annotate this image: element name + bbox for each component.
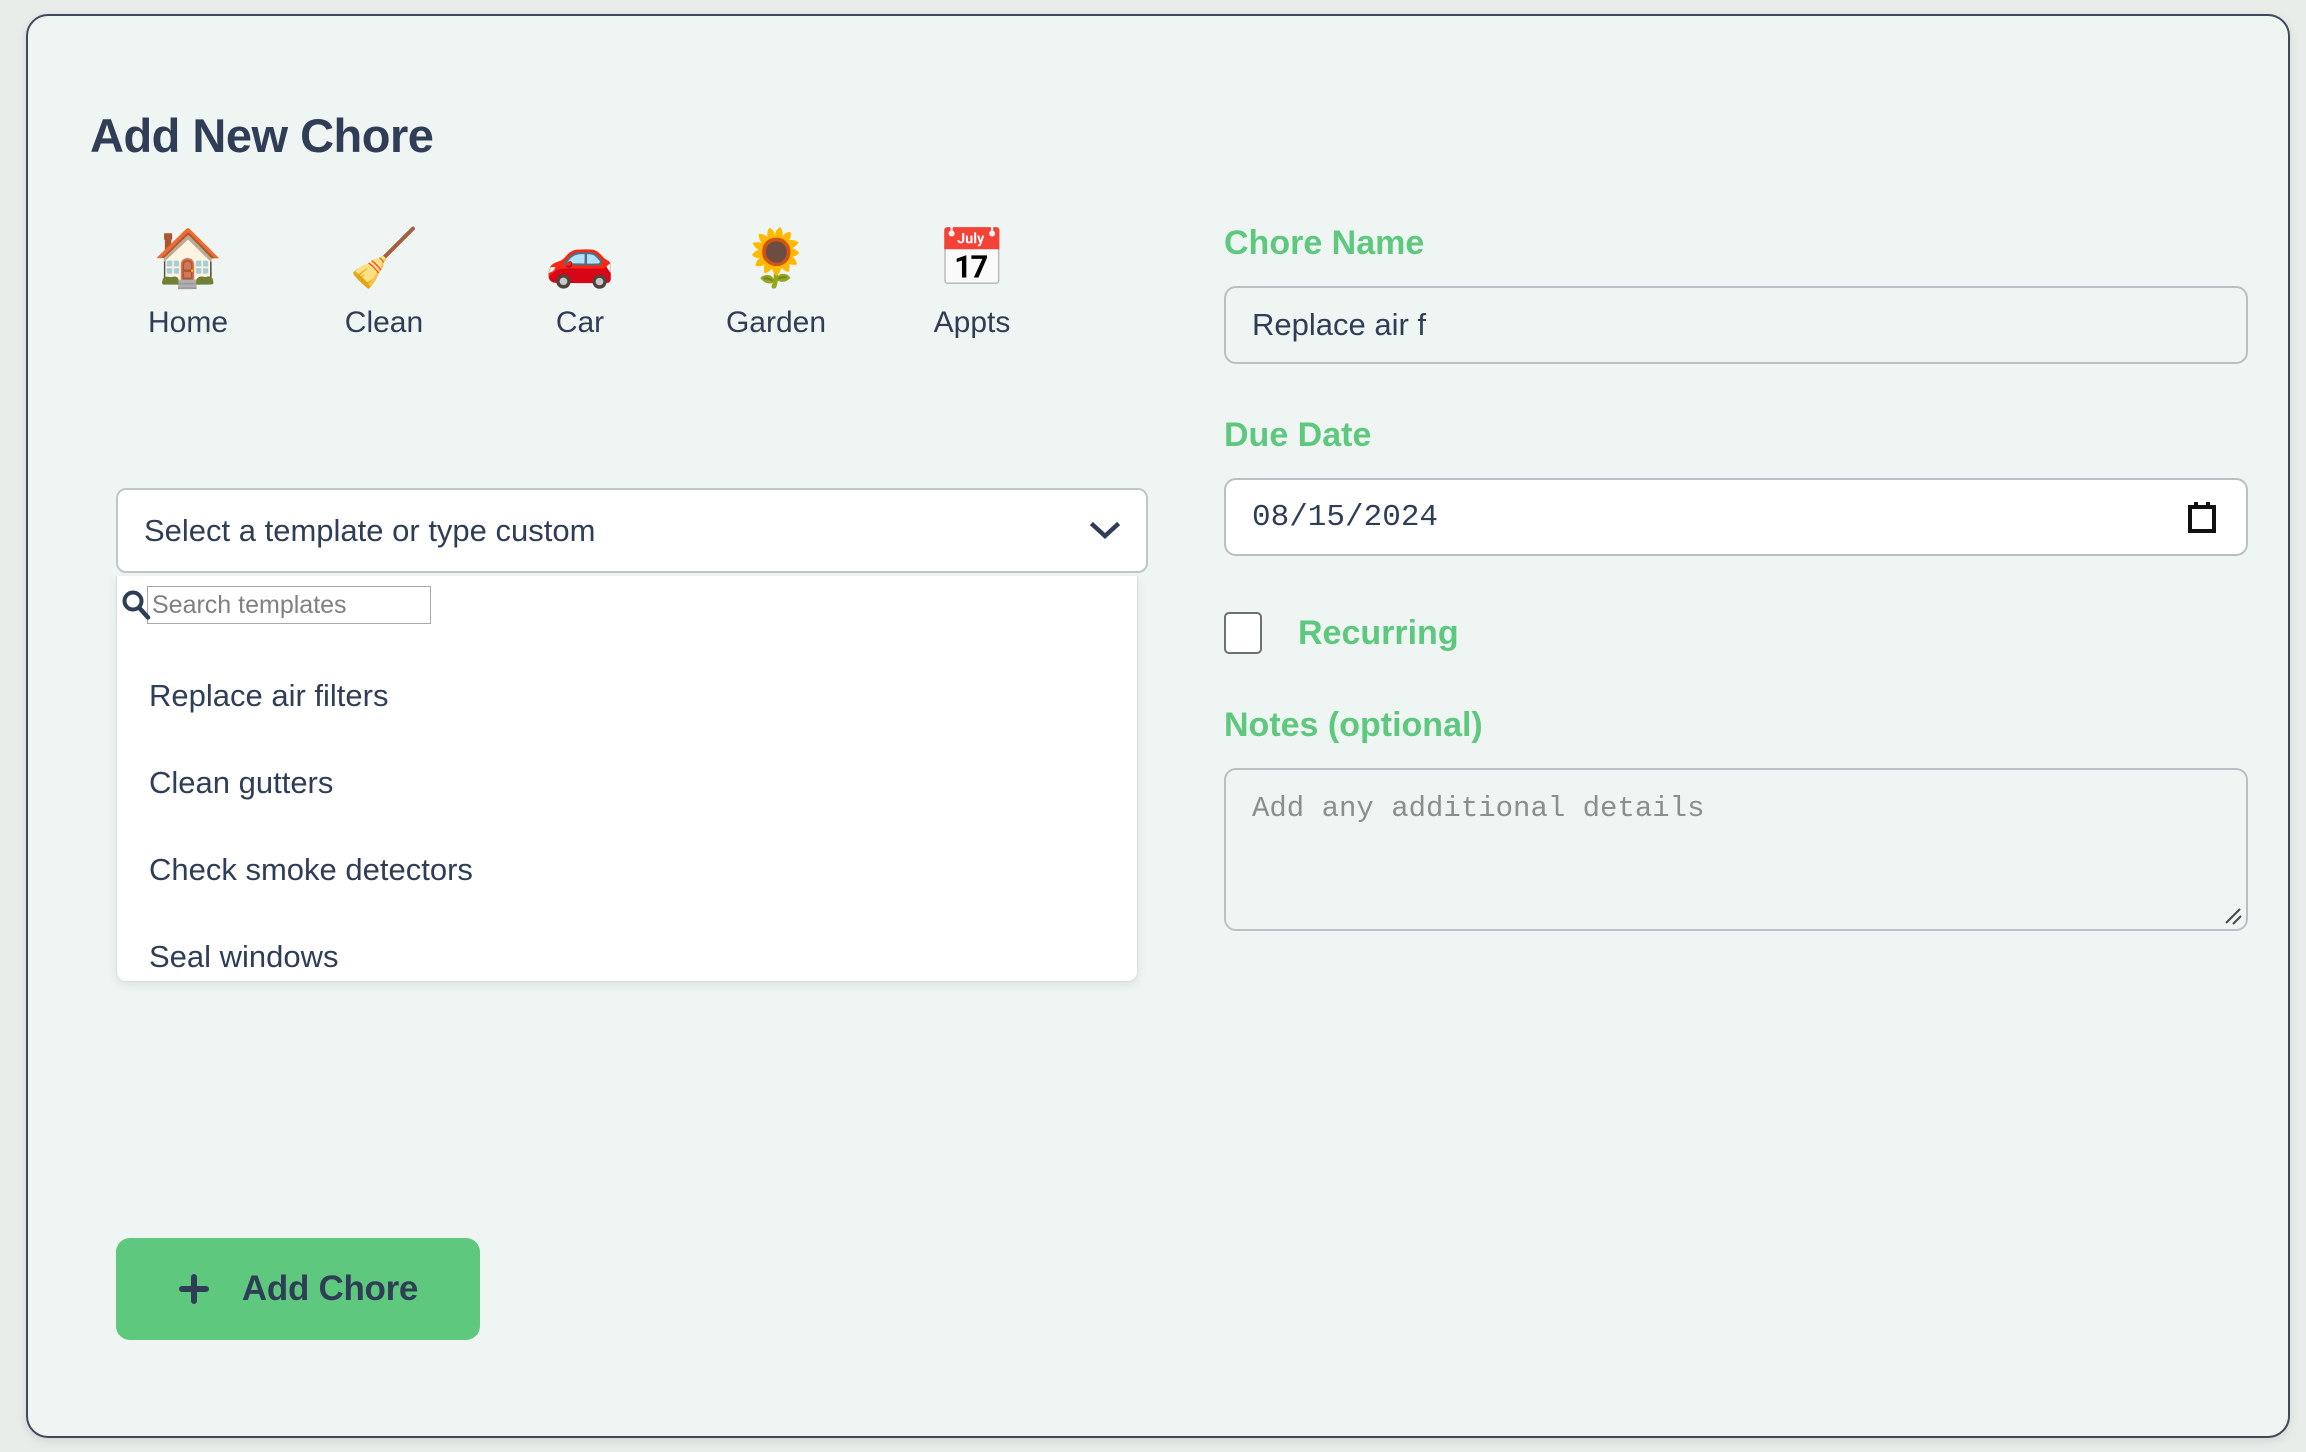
search-input[interactable]	[147, 586, 431, 624]
car-icon: 🚗	[545, 226, 615, 289]
notes-label: Notes (optional)	[1224, 706, 1483, 744]
chevron-down-icon	[1090, 521, 1120, 539]
add-chore-button[interactable]: Add Chore	[116, 1238, 480, 1340]
due-date-label: Due Date	[1224, 416, 1372, 454]
due-date-group: Due Date	[1224, 418, 2248, 556]
recurring-checkbox[interactable]	[1224, 612, 1262, 654]
page-title: Add New Chore	[90, 109, 434, 162]
resize-handle[interactable]	[2222, 905, 2244, 927]
category-label-appts: Appts	[933, 306, 1011, 339]
right-column: Chore Name Due Date Recurring Notes (opt…	[1224, 226, 2248, 931]
template-option-seal-windows[interactable]: Seal windows	[117, 913, 1137, 1000]
recurring-row: Recurring	[1224, 612, 2248, 654]
due-date-input[interactable]	[1224, 478, 2248, 556]
category-item-appts[interactable]: 📅 Appts	[874, 226, 1070, 338]
category-label-car: Car	[555, 306, 605, 339]
template-option-check-smoke-detectors[interactable]: Check smoke detectors	[117, 826, 1137, 913]
recurring-label: Recurring	[1298, 614, 1459, 652]
add-chore-label: Add Chore	[241, 1269, 419, 1308]
chore-name-input[interactable]	[1224, 286, 2248, 364]
notes-group: Notes (optional)	[1224, 708, 2248, 931]
plus-icon	[178, 1274, 209, 1304]
template-dropdown-panel: Replace air filters Clean gutters Check …	[116, 576, 1138, 982]
calendar-picker-icon[interactable]	[2188, 501, 2216, 533]
notes-wrap	[1224, 768, 2248, 931]
broom-icon: 🧹	[349, 226, 419, 289]
left-column: 🏠 Home 🧹 Clean 🚗 Car 🌻 Garden 📅 Appts	[90, 226, 1160, 338]
template-option-list: Replace air filters Clean gutters Check …	[117, 652, 1137, 1000]
category-item-car[interactable]: 🚗 Car	[482, 226, 678, 338]
category-selector: 🏠 Home 🧹 Clean 🚗 Car 🌻 Garden 📅 Appts	[90, 226, 1160, 338]
calendar-icon: 📅	[937, 226, 1007, 289]
template-search-row	[119, 586, 431, 624]
category-label-garden: Garden	[725, 306, 827, 339]
category-item-garden[interactable]: 🌻 Garden	[678, 226, 874, 338]
sunflower-icon: 🌻	[741, 226, 811, 289]
search-icon	[122, 590, 151, 620]
template-select[interactable]: Select a template or type custom	[116, 488, 1148, 573]
category-label-home: Home	[147, 306, 229, 339]
category-item-home[interactable]: 🏠 Home	[90, 226, 286, 338]
category-item-clean[interactable]: 🧹 Clean	[286, 226, 482, 338]
template-option-replace-air-filters[interactable]: Replace air filters	[117, 652, 1137, 739]
house-icon: 🏠	[153, 226, 223, 289]
category-label-clean: Clean	[344, 306, 424, 339]
chore-name-label: Chore Name	[1224, 224, 1425, 262]
template-picker: Select a template or type custom Replace…	[116, 488, 1148, 982]
due-date-input-wrap	[1224, 478, 2248, 556]
template-select-value: Select a template or type custom	[144, 512, 596, 548]
chore-name-group: Chore Name	[1224, 226, 2248, 364]
add-chore-card: Add New Chore 🏠 Home 🧹 Clean 🚗 Car 🌻 Gar…	[26, 14, 2290, 1438]
template-option-clean-gutters[interactable]: Clean gutters	[117, 739, 1137, 826]
notes-textarea[interactable]	[1224, 768, 2248, 931]
